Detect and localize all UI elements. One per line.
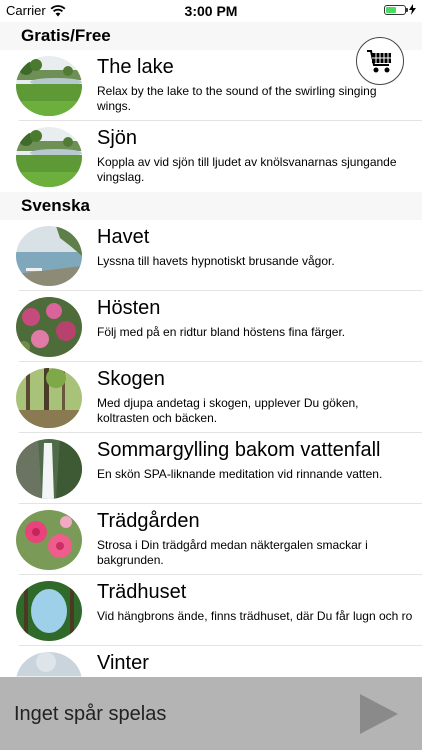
status-bar: Carrier 3:00 PM: [0, 0, 422, 22]
track-description: Lyssna till havets hypnotiskt brusande v…: [97, 254, 335, 268]
cart-icon: [367, 50, 391, 73]
track-description: Strosa i Din trädgård medan näktergalen …: [97, 538, 368, 567]
track-description: Följ med på en ridtur bland höstens fina…: [97, 325, 346, 339]
section-header-svenska: Svenska: [0, 192, 422, 220]
play-button[interactable]: [356, 692, 402, 736]
track-title: Trädgården: [97, 510, 200, 532]
track-title: Skogen: [97, 368, 165, 390]
forest-image: [16, 368, 82, 428]
track-row-tradgarden[interactable]: Trädgården Strosa i Din trädgård medan n…: [0, 504, 422, 575]
track-description: Vid hängbrons ände, finns trädhuset, där…: [97, 609, 413, 623]
autumn-image: [16, 297, 82, 357]
track-description: En skön SPA-liknande meditation vid rinn…: [97, 467, 383, 481]
track-row-tradhuset[interactable]: Trädhuset Vid hängbrons ände, finns träd…: [0, 575, 422, 646]
section-header-free: Gratis/Free: [0, 22, 422, 50]
waterfall-image: [16, 439, 82, 499]
lake-image: [16, 127, 82, 187]
play-icon: [360, 694, 398, 734]
track-description: Koppla av vid sjön till ljudet av knölsv…: [97, 155, 397, 184]
sea-image: [16, 226, 82, 286]
player-bar: Inget spår spelas: [0, 677, 422, 750]
track-title: Havet: [97, 226, 150, 248]
lake-image: [16, 56, 82, 116]
battery-icon: [384, 4, 408, 15]
track-row-sjon[interactable]: Sjön Koppla av vid sjön till ljudet av k…: [0, 121, 422, 192]
roses-image: [16, 510, 82, 570]
track-title: Trädhuset: [97, 581, 187, 603]
clock: 3:00 PM: [184, 3, 238, 19]
track-description: Relax by the lake to the sound of the sw…: [97, 84, 377, 113]
track-title: The lake: [97, 56, 174, 78]
cart-button[interactable]: [356, 37, 404, 85]
track-title: Vinter: [97, 652, 149, 674]
track-title: Sommargylling bakom vattenfall: [97, 439, 381, 461]
track-row-sommargylling[interactable]: Sommargylling bakom vattenfall En skön S…: [0, 433, 422, 504]
track-title: Sjön: [97, 127, 138, 149]
now-playing-label: Inget spår spelas: [14, 703, 167, 725]
treehouse-image: [16, 581, 82, 641]
track-row-skogen[interactable]: Skogen Med djupa andetag i skogen, upple…: [0, 362, 422, 433]
track-row-hosten[interactable]: Hösten Följ med på en ridtur bland höste…: [0, 291, 422, 362]
track-row-havet[interactable]: Havet Lyssna till havets hypnotiskt brus…: [0, 220, 422, 291]
track-title: Hösten: [97, 297, 161, 319]
bolt-icon: [409, 4, 416, 15]
track-description: Med djupa andetag i skogen, upplever Du …: [97, 396, 359, 425]
